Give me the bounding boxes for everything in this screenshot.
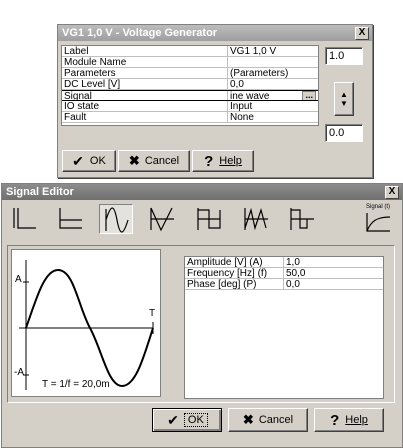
- property-row-dc-level[interactable]: DC Level [V] 0,0: [62, 79, 318, 90]
- property-row-io-state[interactable]: IO state Input: [62, 101, 318, 112]
- se-help-button[interactable]: ? Help: [314, 408, 384, 432]
- cancel-x-icon: ✖: [128, 153, 140, 168]
- property-name: Parameters: [62, 68, 228, 78]
- param-name: Phase [deg] (P): [185, 279, 284, 290]
- property-name: DC Level [V]: [62, 79, 228, 89]
- param-row-amplitude[interactable]: Amplitude [V] (A) 1,0: [185, 257, 383, 268]
- signal-value: ine wave: [230, 91, 270, 100]
- spin-up-icon[interactable]: ▲: [340, 90, 348, 99]
- property-value[interactable]: 0,0: [228, 79, 318, 89]
- waveform-preview: A -A T T = 1/f = 20,0m: [11, 249, 161, 397]
- step-icon[interactable]: [54, 204, 88, 234]
- property-row-label[interactable]: Label VG1 1,0 V: [62, 46, 318, 57]
- se-cancel-label: Cancel: [258, 414, 294, 426]
- param-value[interactable]: 0,0: [284, 279, 383, 290]
- spin-down-icon[interactable]: ▼: [340, 99, 348, 108]
- se-help-label: Help: [345, 414, 368, 426]
- property-row-fault[interactable]: Fault None: [62, 112, 318, 123]
- se-title-bar[interactable]: Signal Editor: [2, 184, 402, 200]
- bottom-value-field[interactable]: 0.0: [325, 124, 363, 142]
- help-question-icon: ?: [204, 152, 214, 170]
- custom-signal-label: Signal (t): [365, 204, 390, 210]
- property-name: IO state: [62, 101, 228, 111]
- param-row-frequency[interactable]: Frequency [Hz] (f) 50,0: [185, 268, 383, 279]
- se-close-button[interactable]: X: [385, 186, 399, 199]
- property-grid: Label VG1 1,0 V Module Name Parameters (…: [61, 45, 319, 126]
- se-ok-button[interactable]: ✔ OK: [152, 408, 222, 432]
- parameter-grid: Amplitude [V] (A) 1,0 Frequency [Hz] (f)…: [184, 256, 384, 399]
- cancel-x-icon: ✖: [242, 412, 254, 427]
- checkmark-icon: ✔: [72, 152, 84, 169]
- period-end-label: T: [149, 308, 156, 319]
- amplitude-label: A: [15, 274, 22, 285]
- waveform-toolbar: Signal (t): [8, 204, 398, 236]
- voltage-generator-dialog: VG1 1,0 V - Voltage Generator X Label VG…: [57, 24, 373, 178]
- property-value[interactable]: Input: [228, 101, 318, 111]
- vg-title: VG1 1,0 V - Voltage Generator: [62, 27, 218, 39]
- triangle-icon[interactable]: [145, 204, 179, 234]
- vg-close-button[interactable]: X: [355, 27, 369, 40]
- property-row-module-name[interactable]: Module Name: [62, 57, 318, 68]
- help-question-icon: ?: [330, 411, 340, 429]
- vg-help-button[interactable]: ? Help: [192, 150, 254, 172]
- neg-amplitude-label: -A: [14, 367, 24, 378]
- checkmark-icon: ✔: [167, 411, 179, 428]
- se-ok-label: OK: [183, 413, 208, 427]
- custom-signal-icon[interactable]: Signal (t): [361, 204, 395, 234]
- property-name: Fault: [62, 112, 228, 122]
- property-value[interactable]: ine wave ...: [228, 91, 318, 100]
- signal-ellipsis-button[interactable]: ...: [302, 91, 316, 100]
- property-row-signal[interactable]: Signal ine wave ...: [62, 90, 318, 101]
- param-value[interactable]: 50,0: [284, 268, 383, 279]
- property-name: Label: [62, 46, 228, 56]
- param-name: Amplitude [V] (A): [185, 257, 284, 268]
- sine-icon[interactable]: [99, 204, 133, 234]
- vg-ok-label: OK: [89, 155, 106, 167]
- vg-cancel-label: Cancel: [144, 155, 180, 167]
- property-value[interactable]: VG1 1,0 V: [228, 46, 318, 56]
- signal-panel: A -A T T = 1/f = 20,0m Amplitude [V] (A)…: [7, 245, 395, 403]
- property-value[interactable]: None: [228, 112, 318, 122]
- param-value[interactable]: 1,0: [284, 257, 383, 268]
- signal-editor-dialog: Signal Editor X Signal (t) A -A T T = 1/…: [1, 183, 403, 448]
- property-value[interactable]: [228, 57, 318, 67]
- top-value-field[interactable]: 1.0: [325, 47, 363, 65]
- property-name: Module Name: [62, 57, 228, 67]
- vg-help-label: Help: [219, 155, 242, 167]
- vg-ok-button[interactable]: ✔ OK: [62, 150, 116, 172]
- se-title: Signal Editor: [6, 186, 74, 198]
- property-row-parameters[interactable]: Parameters (Parameters): [62, 68, 318, 79]
- sine-preview-graph: [19, 260, 154, 390]
- pulse-icon[interactable]: [285, 204, 319, 234]
- property-name: Signal: [62, 91, 228, 100]
- vg-cancel-button[interactable]: ✖ Cancel: [118, 150, 190, 172]
- param-name: Frequency [Hz] (f): [185, 268, 284, 279]
- square-icon[interactable]: [192, 204, 226, 234]
- dc-icon[interactable]: [8, 204, 42, 234]
- sawtooth-icon[interactable]: [239, 204, 273, 234]
- vg-title-bar[interactable]: VG1 1,0 V - Voltage Generator: [58, 25, 372, 41]
- spin-button[interactable]: ▲ ▼: [334, 82, 354, 116]
- se-cancel-button[interactable]: ✖ Cancel: [228, 408, 308, 432]
- param-row-phase[interactable]: Phase [deg] (P) 0,0: [185, 279, 383, 290]
- period-formula-label: T = 1/f = 20,0m: [42, 379, 110, 390]
- property-value[interactable]: (Parameters): [228, 68, 318, 78]
